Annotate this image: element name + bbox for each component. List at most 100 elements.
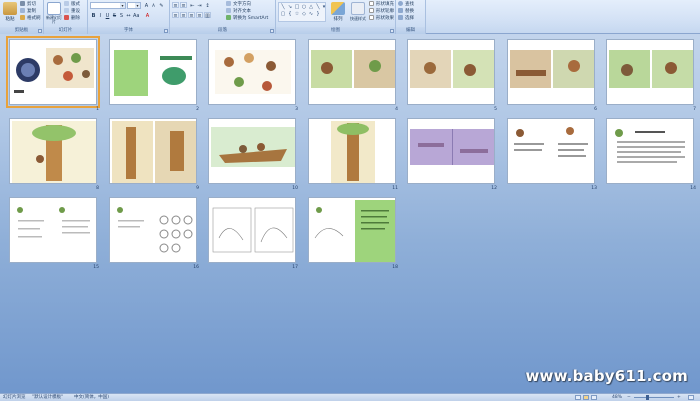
slideshow-view-icon[interactable] [591, 395, 597, 400]
numbering-icon[interactable]: ≡ [180, 2, 187, 9]
shapes-gallery[interactable]: ╲ ↘ □ ○ △ ╲ ▢ { ☆ ◇ ∿ } ▾ [278, 2, 326, 22]
slide-thumbnail[interactable] [6, 36, 100, 108]
arrow-shape-icon[interactable]: ↘ [287, 4, 293, 10]
zoom-out-icon[interactable]: − [627, 394, 631, 401]
slide-sorter-view-icon[interactable] [583, 395, 589, 400]
slide-preview [311, 50, 395, 88]
justify-icon[interactable]: ≡ [196, 12, 203, 19]
select-button[interactable]: 选择 [398, 15, 414, 21]
text-direction-button[interactable]: 文字方向 [226, 1, 251, 7]
quick-styles-button[interactable]: 快速样式 [348, 1, 368, 27]
chevron-down-icon: ▾ [120, 3, 125, 8]
change-case-icon[interactable]: Aa [132, 12, 139, 19]
slide-thumbnail[interactable] [308, 197, 396, 263]
font-color-icon[interactable]: A [144, 12, 151, 19]
cut-button[interactable]: 剪切 [20, 1, 36, 7]
new-slide-button[interactable]: 新建幻灯片 [45, 1, 63, 27]
bullets-icon[interactable]: ≡ [172, 2, 179, 9]
zoom-slider-thumb[interactable] [646, 395, 649, 400]
replace-button[interactable]: 替换 [398, 8, 414, 14]
clipboard-dialog-launcher[interactable] [38, 29, 42, 33]
slide-thumbnail[interactable] [9, 197, 97, 263]
slide-number: 11 [392, 186, 398, 191]
reset-button[interactable]: 重设 [64, 8, 80, 14]
align-left-icon[interactable]: ≡ [172, 12, 179, 19]
slide-thumbnail[interactable] [507, 118, 595, 184]
brace-shape-icon[interactable]: { [287, 11, 293, 17]
slide-thumbnail[interactable] [407, 39, 495, 105]
fit-window-icon[interactable] [688, 395, 694, 400]
slide-thumbnail[interactable] [208, 39, 296, 105]
triangle-shape-icon[interactable]: △ [308, 4, 314, 10]
slide-thumbnail[interactable] [208, 118, 296, 184]
columns-icon[interactable]: ▥ [204, 12, 211, 19]
brace2-shape-icon[interactable]: } [315, 11, 321, 17]
find-button[interactable]: 查找 [398, 1, 414, 7]
ribbon: 粘贴 剪切 复制 格式刷 剪贴板 新建幻灯片 版式 重设 删除 幻灯片 ▾ ▾ … [0, 0, 700, 34]
shape-fill-button[interactable]: 形状填充 [369, 1, 394, 7]
paragraph-group: ≡ ≡ ⇤ ⇥ ↕ ≡ ≡ ≡ ≡ ▥ 文字方向 对齐文本 转换为 SmartA… [170, 0, 276, 34]
zoom-slider[interactable] [634, 397, 674, 398]
rect-shape-icon[interactable]: □ [294, 4, 300, 10]
slide-number: 8 [96, 186, 99, 191]
font-dialog-launcher[interactable] [164, 29, 168, 33]
align-text-button[interactable]: 对齐文本 [226, 8, 251, 14]
star-shape-icon[interactable]: ☆ [294, 11, 300, 17]
line-shape-icon[interactable]: ╲ [280, 4, 286, 10]
bold-icon[interactable]: B [90, 12, 97, 19]
drawing-group-label: 绘图 [276, 27, 395, 34]
slide-thumbnail[interactable] [109, 197, 197, 263]
slide-thumbnail[interactable] [308, 118, 396, 184]
increase-indent-icon[interactable]: ⇥ [196, 2, 203, 9]
slide-preview [615, 129, 685, 163]
arrange-icon [331, 2, 345, 15]
oval-shape-icon[interactable]: ○ [301, 4, 307, 10]
font-size-combo[interactable]: ▾ [127, 2, 141, 9]
spacing-icon[interactable]: ↔ [125, 12, 132, 19]
arrange-button[interactable]: 排列 [329, 1, 347, 27]
more-shapes-icon[interactable]: ▾ [321, 4, 327, 10]
underline-icon[interactable]: U [104, 12, 111, 19]
align-right-icon[interactable]: ≡ [188, 12, 195, 19]
strikethrough-icon[interactable]: S [111, 12, 118, 19]
slide-preview [12, 121, 96, 183]
line-spacing-icon[interactable]: ↕ [204, 2, 211, 9]
normal-view-icon[interactable] [575, 395, 581, 400]
curve-shape-icon[interactable]: ∿ [308, 11, 314, 17]
font-name-combo[interactable]: ▾ [90, 2, 126, 9]
delete-slide-button[interactable]: 删除 [64, 15, 80, 21]
delete-icon [64, 15, 69, 20]
align-center-icon[interactable]: ≡ [180, 12, 187, 19]
slide-thumbnail[interactable] [308, 39, 396, 105]
slide-thumbnail[interactable] [606, 39, 694, 105]
grow-font-icon[interactable]: A [143, 2, 150, 9]
convert-smartart-button[interactable]: 转换为 SmartArt [226, 15, 268, 21]
italic-icon[interactable]: I [97, 12, 104, 19]
slide-thumbnail[interactable] [109, 118, 197, 184]
slide-thumbnail[interactable] [208, 197, 296, 263]
slide-thumbnail[interactable] [407, 118, 495, 184]
rounded-rect-shape-icon[interactable]: ▢ [280, 11, 286, 17]
slide-thumbnail[interactable] [507, 39, 595, 105]
shape-effects-button[interactable]: 形状效果 [369, 15, 394, 21]
paragraph-dialog-launcher[interactable] [270, 29, 274, 33]
slide-thumbnail[interactable] [606, 118, 694, 184]
slide-thumbnail[interactable] [109, 39, 197, 105]
align-text-icon [226, 8, 231, 13]
drawing-dialog-launcher[interactable] [390, 29, 394, 33]
slide-number: 16 [193, 265, 199, 270]
clear-format-icon[interactable]: ✎ [158, 2, 165, 9]
slide-thumbnail[interactable] [9, 118, 97, 184]
paragraph-group-label: 段落 [170, 27, 275, 34]
callout-shape-icon[interactable]: ◇ [301, 11, 307, 17]
copy-button[interactable]: 复制 [20, 8, 36, 14]
shadow-icon[interactable]: S [118, 12, 125, 19]
paste-button[interactable]: 粘贴 [1, 1, 19, 27]
layout-button[interactable]: 版式 [64, 1, 80, 7]
shrink-font-icon[interactable]: A [150, 2, 157, 8]
format-painter-button[interactable]: 格式刷 [20, 15, 41, 21]
shape-outline-button[interactable]: 形状轮廓 [369, 8, 394, 14]
zoom-in-icon[interactable]: + [677, 394, 681, 401]
status-view: 幻灯片浏览 [3, 395, 26, 400]
decrease-indent-icon[interactable]: ⇤ [189, 2, 196, 9]
